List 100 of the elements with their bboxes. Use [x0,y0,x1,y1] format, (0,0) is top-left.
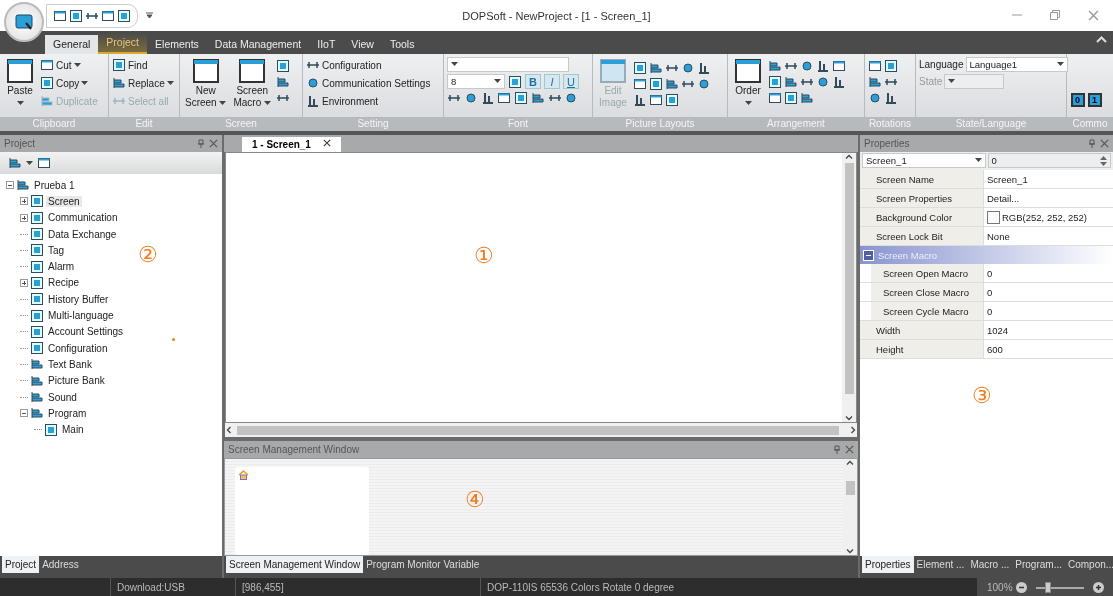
tree-item[interactable]: Sound [46,391,79,403]
property-value[interactable]: RGB(252, 252, 252) [1002,211,1088,223]
tool-icon[interactable] [816,75,830,89]
app-menu-button[interactable] [4,2,44,42]
tool-icon[interactable] [697,61,711,75]
toggle-button[interactable]: I [544,74,560,89]
tool-icon[interactable] [784,91,798,105]
ribbon-tab[interactable]: Data Management [206,35,310,54]
pin-icon[interactable] [197,139,205,148]
toggle-button[interactable]: 1 [1087,93,1102,107]
ribbon-tab[interactable]: View [343,35,382,54]
property-value[interactable]: None [987,230,1010,242]
collapse-ribbon-icon[interactable] [1096,36,1107,43]
scroll-up-icon[interactable] [845,153,853,161]
toggle-button[interactable]: U [563,74,579,89]
customize-icon[interactable] [146,12,153,19]
combo-box[interactable]: 8 [447,74,505,89]
ribbon-button[interactable]: Environment [306,93,431,109]
property-value[interactable]: Screen_1 [987,173,1028,185]
tree-item[interactable]: Picture Bank [46,375,107,387]
restore-icon[interactable] [1050,10,1060,20]
tool-icon[interactable] [665,77,679,91]
tool-icon[interactable] [276,59,291,73]
ribbon-button[interactable]: Find [112,57,174,73]
tool-icon[interactable] [868,59,882,73]
tree-node-icon[interactable] [30,194,44,209]
panel-tab[interactable]: Program Monitor Variable [363,556,483,573]
ribbon-tab[interactable]: Elements [147,35,207,54]
tool-icon[interactable] [800,91,814,105]
property-value[interactable]: 1024 [987,324,1009,336]
ribbon-button[interactable]: Replace [112,75,174,91]
ribbon-button[interactable]: Cut [40,57,98,73]
tree-item[interactable]: Account Settings [46,326,126,338]
vertical-scrollbar[interactable] [843,459,857,555]
ribbon-tab[interactable]: Tools [381,35,423,54]
property-value[interactable]: 0 [987,286,993,298]
tool-icon[interactable] [681,61,695,75]
tool-icon[interactable] [832,75,846,89]
tree-node-icon[interactable] [16,178,30,193]
spinner-arrows-icon[interactable] [1100,155,1107,166]
tree-view-icon[interactable] [8,156,22,170]
tool-icon[interactable] [665,93,679,107]
tree-item[interactable]: Recipe [46,277,82,289]
tool-icon[interactable] [868,75,882,89]
quick-access-icon[interactable] [53,8,67,23]
panel-tab[interactable]: Compon... [1065,556,1113,573]
tool-icon[interactable] [649,77,663,91]
panel-tab[interactable]: Address [39,556,82,573]
scroll-down-icon[interactable] [846,547,854,555]
ribbon-tab[interactable]: General [45,35,99,54]
tool-icon[interactable] [306,76,320,90]
tool-icon[interactable] [514,91,528,105]
tool-icon[interactable] [768,59,782,73]
vertical-scrollbar[interactable] [842,153,856,422]
tree-item[interactable]: Alarm [46,261,77,273]
tool-icon[interactable] [276,75,291,89]
tool-icon[interactable] [112,58,126,72]
tool-icon[interactable] [649,93,663,107]
expander-icon[interactable] [6,181,14,190]
tool-icon[interactable] [884,59,898,73]
scroll-right-icon[interactable] [849,426,857,434]
font-icon[interactable] [508,74,522,89]
tree-node-icon[interactable] [30,275,44,290]
ribbon-button[interactable]: Order [731,57,765,108]
toggle-button[interactable]: B [525,74,541,89]
scroll-left-icon[interactable] [225,426,233,434]
tree-node-icon[interactable] [30,243,44,258]
pin-icon[interactable] [833,445,841,454]
tool-icon[interactable] [633,93,647,107]
tool-icon[interactable] [112,76,126,90]
ribbon-button[interactable]: Configuration [306,57,431,73]
document-tab[interactable]: 1 - Screen_1 [242,137,341,152]
quick-access-icon[interactable] [69,8,83,23]
tool-icon[interactable] [497,91,512,105]
tool-icon[interactable] [868,91,882,105]
tree-node-icon[interactable] [44,422,58,437]
tool-icon[interactable] [463,91,478,105]
tool-icon[interactable] [697,77,711,91]
tool-icon[interactable] [884,91,898,105]
tree-node-icon[interactable] [30,259,44,274]
color-swatch[interactable] [987,210,1000,224]
tool-icon[interactable] [649,61,663,75]
index-spinner[interactable]: 0 [987,153,1111,168]
tool-icon[interactable] [768,75,782,89]
close-icon[interactable] [322,139,331,147]
ribbon-button[interactable]: New Screen [183,57,229,108]
tool-icon[interactable] [480,91,495,105]
collapse-icon[interactable] [37,156,51,170]
object-selector[interactable]: Screen_1 [862,153,986,168]
ribbon-tab[interactable]: Project [98,33,148,54]
tree-node-icon[interactable] [30,292,44,307]
tool-icon[interactable] [564,91,579,105]
tree-node-icon[interactable] [30,308,44,323]
scroll-down-icon[interactable] [845,414,853,422]
tool-icon[interactable] [768,91,782,105]
tree-item[interactable]: History Buffer [46,293,111,305]
scroll-up-icon[interactable] [846,459,854,467]
ribbon-tab[interactable]: IIoT [309,35,344,54]
tree-item[interactable]: Multi-language [46,310,116,321]
tree-item[interactable]: Screen [46,195,82,207]
